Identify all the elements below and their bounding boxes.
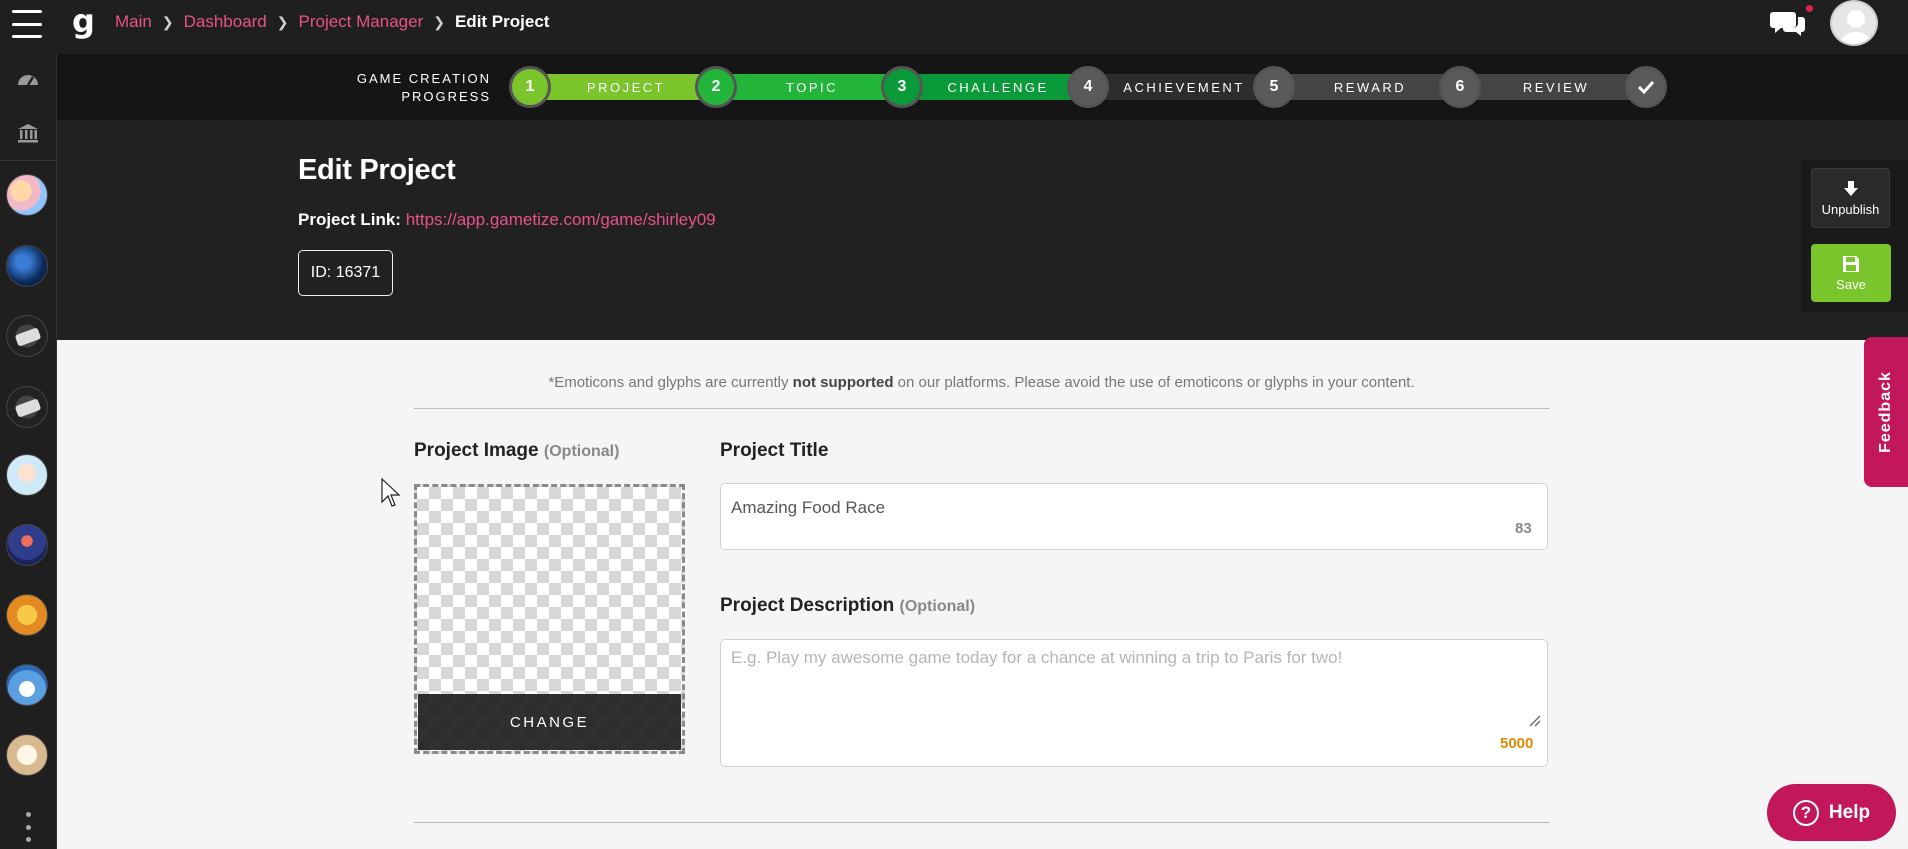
divider bbox=[414, 822, 1550, 823]
game-avatar-2[interactable] bbox=[6, 245, 48, 287]
help-label: Help bbox=[1828, 801, 1871, 823]
gametize-logo[interactable]: g bbox=[72, 2, 102, 42]
header-band bbox=[57, 120, 1908, 340]
controller-icon bbox=[15, 328, 41, 346]
dashboard-gauge-icon[interactable] bbox=[12, 66, 44, 92]
hamburger-menu-icon[interactable] bbox=[10, 7, 44, 41]
description-char-counter: 5000 bbox=[1500, 735, 1534, 752]
step-label: REVIEW bbox=[1522, 79, 1590, 95]
floppy-disk-icon bbox=[1843, 255, 1859, 272]
chevron-right-icon: ❯ bbox=[161, 13, 174, 30]
project-id-badge: ID: 16371 bbox=[298, 250, 393, 296]
label-text: Project Title bbox=[720, 440, 829, 461]
check-icon bbox=[1638, 80, 1654, 94]
step-review-bar[interactable]: REVIEW bbox=[1461, 74, 1651, 100]
mouse-cursor-icon bbox=[381, 478, 401, 507]
step-1-circle[interactable]: 1 bbox=[509, 66, 551, 108]
step-5-circle[interactable]: 5 bbox=[1253, 66, 1295, 108]
step-4-circle[interactable]: 4 bbox=[1067, 66, 1109, 108]
step-reward-bar[interactable]: REWARD bbox=[1275, 74, 1465, 100]
optional-tag: (Optional) bbox=[899, 598, 976, 615]
breadcrumb-dashboard[interactable]: Dashboard bbox=[184, 12, 267, 32]
project-link: Project Link: https://app.gametize.com/g… bbox=[298, 210, 716, 230]
game-avatar-5[interactable] bbox=[6, 454, 48, 496]
project-description-label: Project Description (Optional) bbox=[720, 595, 975, 617]
game-avatar-6[interactable] bbox=[6, 524, 48, 566]
project-image-label: Project Image (Optional) bbox=[414, 440, 619, 462]
bank-icon[interactable] bbox=[12, 120, 44, 146]
chat-icon[interactable] bbox=[1769, 8, 1807, 38]
breadcrumb-project-manager[interactable]: Project Manager bbox=[299, 12, 424, 32]
breadcrumb: Main ❯ Dashboard ❯ Project Manager ❯ Edi… bbox=[115, 12, 549, 32]
question-icon: ? bbox=[1792, 799, 1819, 826]
step-achievement-bar[interactable]: ACHIEVEMENT bbox=[1089, 74, 1279, 100]
notification-dot bbox=[1806, 5, 1813, 12]
more-vertical-icon[interactable] bbox=[24, 812, 32, 842]
game-avatar-3[interactable] bbox=[6, 315, 48, 357]
progress-title: GAME CREATION PROGRESS bbox=[356, 71, 491, 104]
notice-bold: not supported bbox=[792, 374, 894, 391]
user-silhouette-icon bbox=[1838, 10, 1874, 44]
emoticon-notice: *Emoticons and glyphs are currently not … bbox=[414, 374, 1549, 391]
arrow-down-icon bbox=[1843, 180, 1858, 196]
label-text: Project Image bbox=[414, 440, 539, 461]
game-avatar-7[interactable] bbox=[6, 594, 48, 636]
project-description-field[interactable]: 5000 bbox=[720, 639, 1548, 767]
controller-icon bbox=[15, 399, 41, 417]
project-link-url[interactable]: https://app.gametize.com/game/shirley09 bbox=[406, 210, 716, 229]
feedback-label: Feedback bbox=[1877, 371, 1894, 453]
step-6-circle[interactable]: 6 bbox=[1439, 66, 1481, 108]
title-char-counter: 83 bbox=[1515, 520, 1532, 537]
notice-text: *Emoticons and glyphs are currently bbox=[548, 374, 793, 391]
game-avatar-9[interactable] bbox=[6, 734, 48, 776]
optional-tag: (Optional) bbox=[543, 443, 620, 460]
game-avatar-4[interactable] bbox=[6, 386, 48, 428]
resize-handle-icon[interactable] bbox=[1527, 713, 1541, 727]
save-label: Save bbox=[1836, 276, 1866, 292]
project-title-label: Project Title bbox=[720, 440, 828, 462]
step-label: ACHIEVEMENT bbox=[1123, 79, 1245, 95]
game-avatar-1[interactable] bbox=[6, 174, 48, 216]
step-complete-circle[interactable] bbox=[1625, 66, 1667, 108]
step-label: TOPIC bbox=[786, 79, 838, 95]
project-title-input[interactable] bbox=[731, 494, 1491, 522]
step-3-circle[interactable]: 3 bbox=[881, 66, 923, 108]
label-text: Project Description bbox=[720, 595, 895, 616]
user-avatar[interactable] bbox=[1830, 0, 1878, 46]
step-challenge-bar[interactable]: CHALLENGE bbox=[903, 74, 1093, 100]
unpublish-button[interactable]: Unpublish bbox=[1811, 168, 1890, 228]
save-button[interactable]: Save bbox=[1811, 244, 1891, 302]
unpublish-label: Unpublish bbox=[1821, 201, 1880, 217]
page-title: Edit Project bbox=[298, 154, 456, 186]
step-label: PROJECT bbox=[586, 79, 666, 95]
game-avatar-8[interactable] bbox=[6, 664, 48, 706]
chevron-right-icon: ❯ bbox=[276, 13, 289, 30]
step-project-bar[interactable]: PROJECT bbox=[531, 74, 721, 100]
top-nav: g Main ❯ Dashboard ❯ Project Manager ❯ E… bbox=[0, 0, 1908, 54]
project-description-textarea[interactable] bbox=[731, 648, 1531, 708]
chevron-right-icon: ❯ bbox=[433, 13, 445, 30]
step-label: REWARD bbox=[1333, 79, 1407, 95]
notice-text-end: on our platforms. Please avoid the use o… bbox=[893, 374, 1415, 391]
step-2-circle[interactable]: 2 bbox=[695, 66, 737, 108]
breadcrumb-main[interactable]: Main bbox=[115, 12, 152, 32]
breadcrumb-current: Edit Project bbox=[454, 12, 550, 31]
step-topic-bar[interactable]: TOPIC bbox=[717, 74, 907, 100]
divider bbox=[414, 408, 1550, 409]
project-title-field[interactable]: 83 bbox=[720, 483, 1548, 550]
sidebar-divider bbox=[0, 160, 57, 161]
help-button[interactable]: ? Help bbox=[1767, 784, 1896, 841]
change-image-button[interactable]: CHANGE bbox=[418, 694, 681, 750]
step-label: CHALLENGE bbox=[947, 79, 1049, 95]
project-link-label: Project Link: bbox=[298, 210, 401, 229]
feedback-tab[interactable]: Feedback bbox=[1864, 337, 1908, 487]
